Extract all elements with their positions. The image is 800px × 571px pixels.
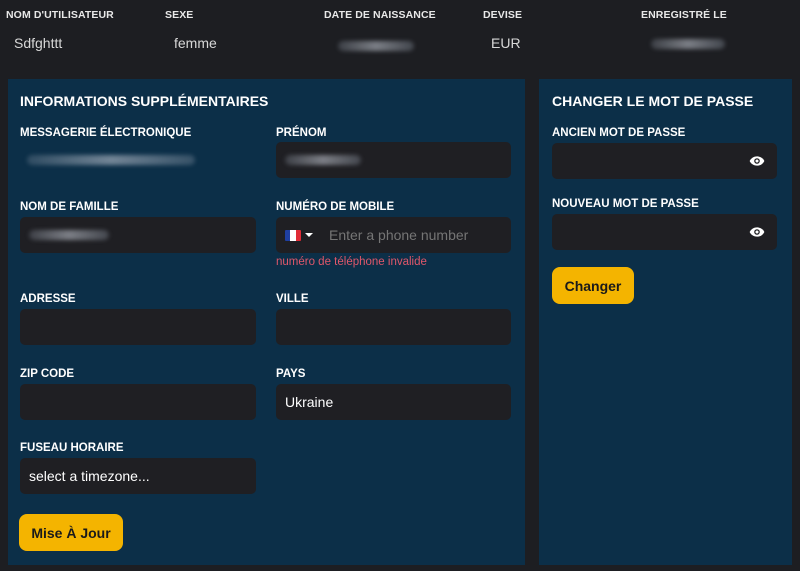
username-value: Sdfghttt xyxy=(14,35,63,51)
currency-value: EUR xyxy=(491,35,521,51)
eye-icon[interactable] xyxy=(749,154,765,168)
old-password-field[interactable] xyxy=(552,143,777,179)
mobile-field[interactable] xyxy=(276,217,511,253)
mobile-label: NUMÉRO DE MOBILE xyxy=(276,201,395,213)
last-name-field[interactable] xyxy=(20,217,256,253)
email-label: MESSAGERIE ÉLECTRONIQUE xyxy=(20,127,192,139)
birthdate-value-redacted xyxy=(338,38,414,54)
city-label: VILLE xyxy=(276,293,309,305)
gender-header: SEXE xyxy=(165,9,194,21)
address-field[interactable] xyxy=(20,309,256,345)
mobile-input[interactable] xyxy=(329,227,499,243)
caret-down-icon[interactable] xyxy=(305,233,313,237)
change-password-title: CHANGER LE MOT DE PASSE xyxy=(552,93,754,109)
email-field[interactable] xyxy=(20,142,256,178)
last-name-label: NOM DE FAMILLE xyxy=(20,201,119,213)
first-name-label: PRÉNOM xyxy=(276,127,327,139)
country-select[interactable]: Ukraine xyxy=(276,384,511,420)
user-info-table: NOM D'UTILISATEUR Sdfghttt SEXE femme DA… xyxy=(0,0,800,68)
eye-icon[interactable] xyxy=(749,225,765,239)
country-value: Ukraine xyxy=(285,394,334,410)
last-name-value-redacted xyxy=(29,230,109,240)
additional-info-panel: INFORMATIONS SUPPLÉMENTAIRES MESSAGERIE … xyxy=(8,79,525,565)
first-name-value-redacted xyxy=(285,155,361,165)
registered-value-redacted xyxy=(651,36,725,52)
change-password-panel: CHANGER LE MOT DE PASSE ANCIEN MOT DE PA… xyxy=(539,79,792,565)
timezone-value: select a timezone... xyxy=(29,468,150,484)
zip-field[interactable] xyxy=(20,384,256,420)
country-label: PAYS xyxy=(276,368,306,380)
mobile-error-text: numéro de téléphone invalide xyxy=(276,256,427,268)
new-password-label: NOUVEAU MOT DE PASSE xyxy=(552,198,699,210)
currency-header: DEVISE xyxy=(483,9,523,21)
gender-value: femme xyxy=(174,35,217,51)
timezone-select[interactable]: select a timezone... xyxy=(20,458,256,494)
change-password-button[interactable]: Changer xyxy=(552,267,634,304)
registered-header: ENREGISTRÉ LE xyxy=(641,9,727,21)
birthdate-header: DATE DE NAISSANCE xyxy=(324,9,436,21)
france-flag-icon[interactable] xyxy=(285,229,301,241)
first-name-field[interactable] xyxy=(276,142,511,178)
zip-label: ZIP CODE xyxy=(20,368,75,380)
new-password-field[interactable] xyxy=(552,214,777,250)
update-button[interactable]: Mise À Jour xyxy=(19,514,123,551)
timezone-label: FUSEAU HORAIRE xyxy=(20,442,124,454)
panel-title: INFORMATIONS SUPPLÉMENTAIRES xyxy=(20,93,269,109)
address-label: ADRESSE xyxy=(20,293,76,305)
city-field[interactable] xyxy=(276,309,511,345)
old-password-label: ANCIEN MOT DE PASSE xyxy=(552,127,686,139)
email-value-redacted xyxy=(27,155,195,165)
username-header: NOM D'UTILISATEUR xyxy=(6,9,114,21)
